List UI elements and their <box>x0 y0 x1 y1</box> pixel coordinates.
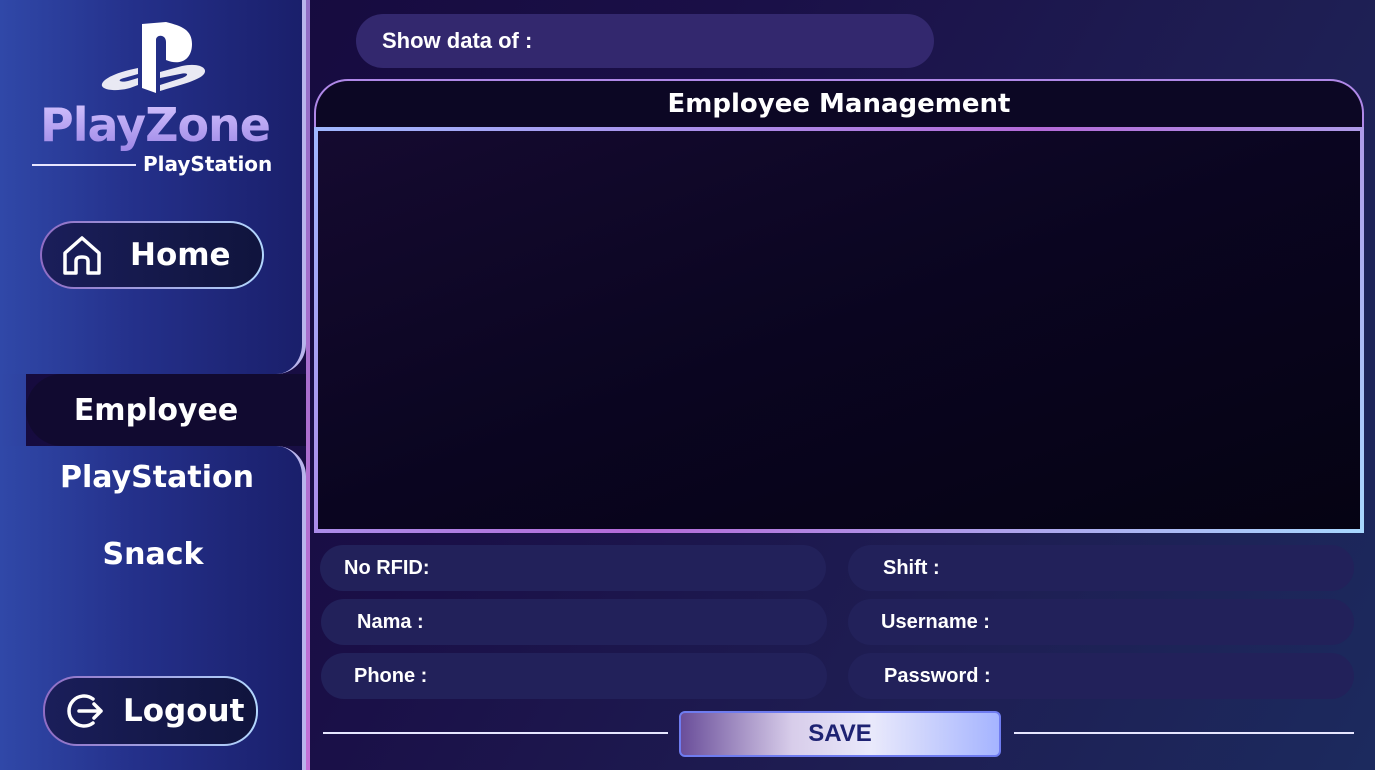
show-data-select[interactable]: Show data of : <box>356 14 934 68</box>
panel-border <box>314 127 1364 533</box>
sidebar-connector <box>0 374 26 446</box>
home-icon <box>63 236 101 275</box>
sidebar-edge <box>306 0 310 770</box>
logout-icon <box>67 694 103 728</box>
phone-field[interactable]: Phone : <box>321 653 827 699</box>
sidebar-item-employee[interactable]: Employee <box>26 374 306 446</box>
rfid-field[interactable]: No RFID: <box>320 545 826 591</box>
save-button[interactable]: SAVE <box>679 711 1001 757</box>
panel-title: Employee Management <box>314 79 1364 131</box>
sidebar: PlayZone PlayStation Home Employee PlayS… <box>0 0 306 770</box>
home-button-body: Home <box>42 223 262 287</box>
brand-subtitle: PlayStation <box>143 152 273 176</box>
employee-panel: Employee Management <box>314 79 1364 533</box>
brand-divider <box>32 164 136 166</box>
shift-field[interactable]: Shift : <box>848 545 1354 591</box>
divider-right <box>1014 732 1354 734</box>
home-label: Home <box>130 237 231 273</box>
playstation-logo-icon <box>101 22 206 93</box>
sidebar-item-playstation[interactable]: PlayStation <box>4 460 310 495</box>
username-field[interactable]: Username : <box>848 599 1354 645</box>
sidebar-item-snack[interactable]: Snack <box>0 537 306 572</box>
logout-button-body: Logout <box>45 678 256 744</box>
employee-data-area[interactable] <box>318 131 1360 529</box>
logout-label: Logout <box>123 693 245 729</box>
brand-name: PlayZone <box>30 98 280 152</box>
nama-field[interactable]: Nama : <box>321 599 827 645</box>
divider-left <box>323 732 668 734</box>
logout-button[interactable]: Logout <box>43 676 258 746</box>
password-field[interactable]: Password : <box>848 653 1354 699</box>
home-button[interactable]: Home <box>40 221 264 289</box>
brand-logo: PlayZone PlayStation <box>30 22 280 182</box>
